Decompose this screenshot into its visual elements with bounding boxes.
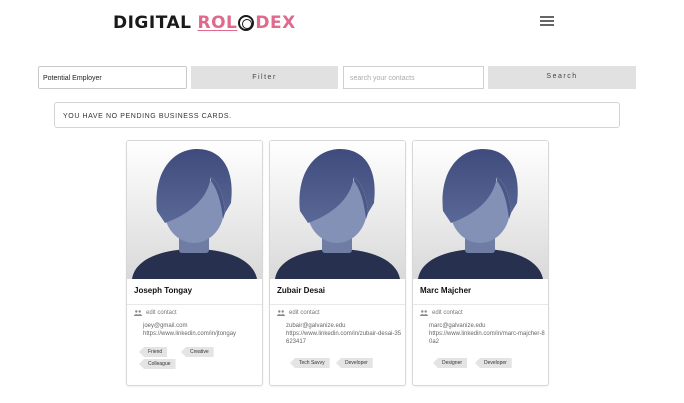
tag-developer[interactable]: Developer [475,358,512,368]
divider [413,304,548,305]
edit-contact-label: edit contact [432,310,463,316]
tag-developer[interactable]: Developer [336,358,373,368]
logo-text-digital: DIGITAL [113,13,192,33]
contact-card: Marc Majcher edit contact marc@galvanize… [412,140,549,386]
contact-email[interactable]: zubair@galvanize.edu [286,322,402,330]
tag-colleague[interactable]: Colleague [139,359,176,369]
people-icon [420,310,428,316]
edit-contact-link[interactable]: edit contact [420,310,463,316]
edit-contact-label: edit contact [146,310,177,316]
search-button[interactable]: Search [488,66,636,89]
logo-ring-icon [238,15,255,31]
contact-name: Marc Majcher [420,286,472,295]
logo-text-dex: DEX [255,13,296,33]
avatar [413,141,548,279]
filter-button[interactable]: Filter [191,66,338,89]
contact-email[interactable]: marc@galvanize.edu [429,322,545,330]
contact-name: Joseph Tongay [134,286,193,295]
logo-text-rol: ROL [197,13,238,33]
hamburger-icon[interactable] [540,16,554,26]
tag-tech-savvy[interactable]: Tech Savvy [290,358,330,368]
divider [127,304,262,305]
edit-contact-link[interactable]: edit contact [277,310,320,316]
divider [270,304,405,305]
contact-email[interactable]: joey@gmail.com [143,322,259,330]
people-icon [277,310,285,316]
tag-designer[interactable]: Designer [433,358,468,368]
edit-contact-label: edit contact [289,310,320,316]
contact-linkedin[interactable]: https://www.linkedin.com/in/zubair-desai… [286,330,402,346]
tag-friend[interactable]: Friend [139,347,168,357]
people-icon [134,310,142,316]
edit-contact-link[interactable]: edit contact [134,310,177,316]
pending-cards-notice: YOU HAVE NO PENDING BUSINESS CARDS. [54,102,620,128]
contact-card: Joseph Tongay edit contact joey@gmail.co… [126,140,263,386]
avatar [127,141,262,279]
contact-card: Zubair Desai edit contact zubair@galvani… [269,140,406,386]
avatar [270,141,405,279]
contact-linkedin[interactable]: https://www.linkedin.com/in/jtongay [143,330,259,338]
tag-creative[interactable]: Creative [181,347,214,357]
filter-select[interactable]: Potential Employer [38,66,187,89]
logo[interactable]: DIGITAL ROL DEX [113,12,296,34]
search-input[interactable]: search your contacts [343,66,484,89]
contact-linkedin[interactable]: https://www.linkedin.com/in/marc-majcher… [429,330,545,346]
contact-name: Zubair Desai [277,286,326,295]
